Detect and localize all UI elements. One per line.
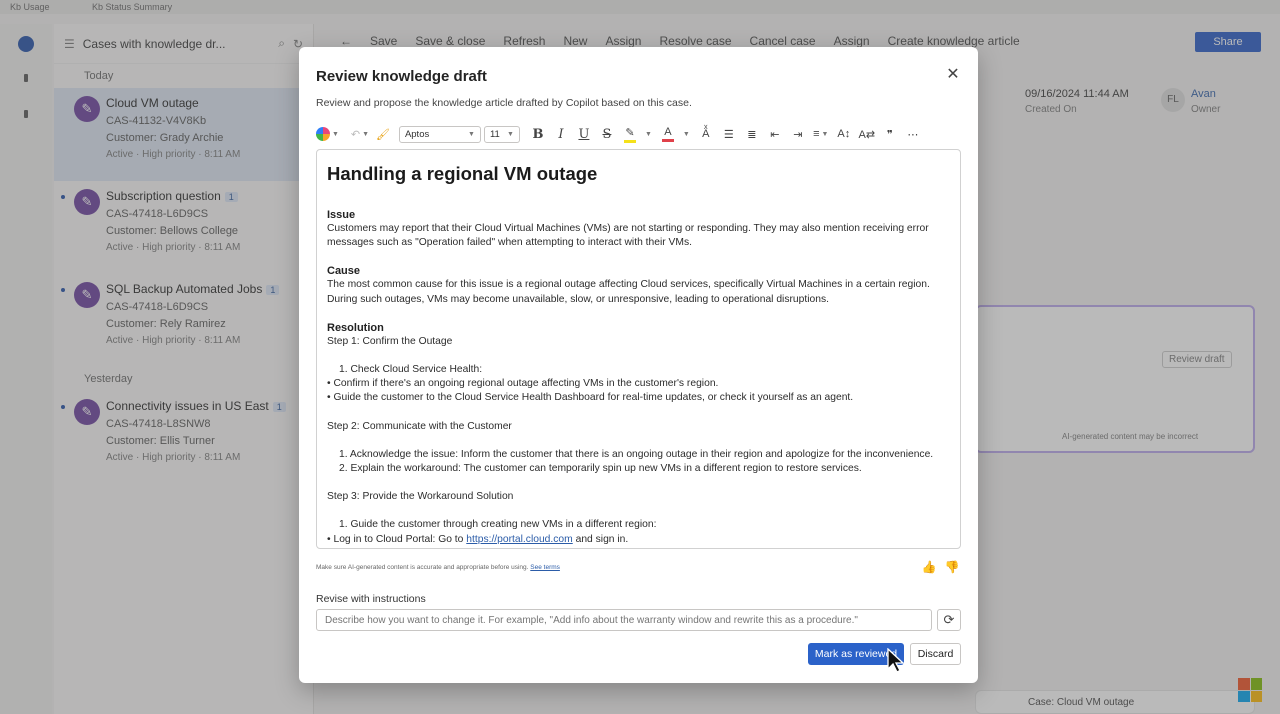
step-1-heading: Step 1: Confirm the Outage (327, 335, 453, 347)
outdent-icon[interactable]: ⇤ (765, 124, 785, 144)
step-1-item: • Confirm if there's an ongoing regional… (327, 378, 719, 390)
font-value: Aptos (404, 128, 430, 140)
dialog-title: Review knowledge draft (316, 68, 487, 85)
dialog-subtitle: Review and propose the knowledge article… (316, 97, 692, 109)
align-icon[interactable]: ≡ ▼ (811, 124, 831, 144)
numbering-icon[interactable]: ≣ (742, 124, 762, 144)
font-select[interactable]: Aptos ▼ (398, 125, 481, 143)
strikethrough-icon[interactable]: S (597, 124, 617, 144)
step-2-heading: Step 2: Communicate with the Customer (327, 420, 512, 432)
text-style-icon[interactable]: A↕ (834, 124, 854, 144)
editor-toolbar: ▼ ↶ ▼ 🖌 Aptos ▼ 11 ▼ B I U S ✎ ▼ A ▼ Aͯ ☰ ≣… (316, 123, 961, 145)
step-3-item: • Log in to Cloud Portal: Go to https://… (327, 533, 950, 547)
step-2-item: 1. Acknowledge the issue: Inform the cus… (339, 448, 934, 460)
copilot-icon[interactable]: ▼ (316, 124, 339, 144)
issue-text: Customers may report that their Cloud Vi… (327, 223, 929, 249)
review-knowledge-dialog: Review knowledge draft ✕ Review and prop… (299, 47, 978, 683)
more-icon[interactable]: ⋯ (903, 124, 923, 144)
bold-icon[interactable]: B (528, 124, 548, 144)
format-painter-icon[interactable]: 🖌 (373, 124, 393, 144)
step-1-item: 1. Check Cloud Service Health: (339, 364, 483, 376)
see-terms-link[interactable]: See terms (530, 564, 560, 571)
portal-link[interactable]: https://portal.cloud.com (466, 534, 572, 545)
step-3-item-suffix: and sign in. (572, 533, 629, 545)
step-3-item-prefix: • Log in to Cloud Portal: Go to (327, 533, 467, 545)
article-title: Handling a regional VM outage (327, 163, 598, 184)
clear-format-icon[interactable]: Aͯ (696, 124, 716, 144)
cause-text: The most common cause for this issue is … (327, 279, 930, 305)
quote-icon[interactable]: ❞ (880, 124, 900, 144)
thumbs-up-icon[interactable]: 👍 (921, 560, 937, 574)
underline-icon[interactable]: U (574, 124, 594, 144)
text-direction-icon[interactable]: A⇄ (857, 124, 877, 144)
close-icon[interactable]: ✕ (943, 65, 963, 85)
indent-icon[interactable]: ⇥ (788, 124, 808, 144)
highlight-icon[interactable]: ✎ (620, 124, 640, 144)
mouse-cursor-icon (887, 648, 905, 673)
step-3-item: 1. Guide the customer through creating n… (339, 519, 657, 531)
step-3-heading: Step 3: Provide the Workaround Solution (327, 491, 514, 503)
revise-input[interactable] (316, 609, 932, 631)
bullets-icon[interactable]: ☰ (719, 124, 739, 144)
resolution-heading: Resolution (327, 321, 384, 334)
discard-button[interactable]: Discard (910, 643, 961, 665)
chevron-down-icon[interactable]: ▼ (645, 131, 652, 138)
thumbs-down-icon[interactable]: 👎 (944, 560, 960, 574)
cause-heading: Cause (327, 265, 361, 278)
chevron-down-icon[interactable]: ▼ (683, 131, 690, 138)
article-editor[interactable]: Handling a regional VM outage Issue Cust… (316, 149, 961, 549)
font-size-value: 11 (489, 128, 500, 140)
font-color-icon[interactable]: A (658, 124, 678, 144)
font-size-select[interactable]: 11 ▼ (483, 125, 520, 143)
revise-label: Revise with instructions (316, 593, 426, 605)
italic-icon[interactable]: I (551, 124, 571, 144)
undo-icon[interactable]: ↶ ▼ (350, 124, 370, 144)
issue-heading: Issue (327, 209, 356, 221)
step-2-item: 2. Explain the workaround: The customer … (339, 463, 862, 475)
step-1-item: • Guide the customer to the Cloud Servic… (327, 392, 854, 404)
disclaimer-text: Make sure AI-generated content is accura… (316, 564, 529, 571)
regenerate-icon[interactable]: ⟳ (937, 609, 961, 631)
ai-disclaimer: Make sure AI-generated content is accura… (316, 564, 560, 571)
